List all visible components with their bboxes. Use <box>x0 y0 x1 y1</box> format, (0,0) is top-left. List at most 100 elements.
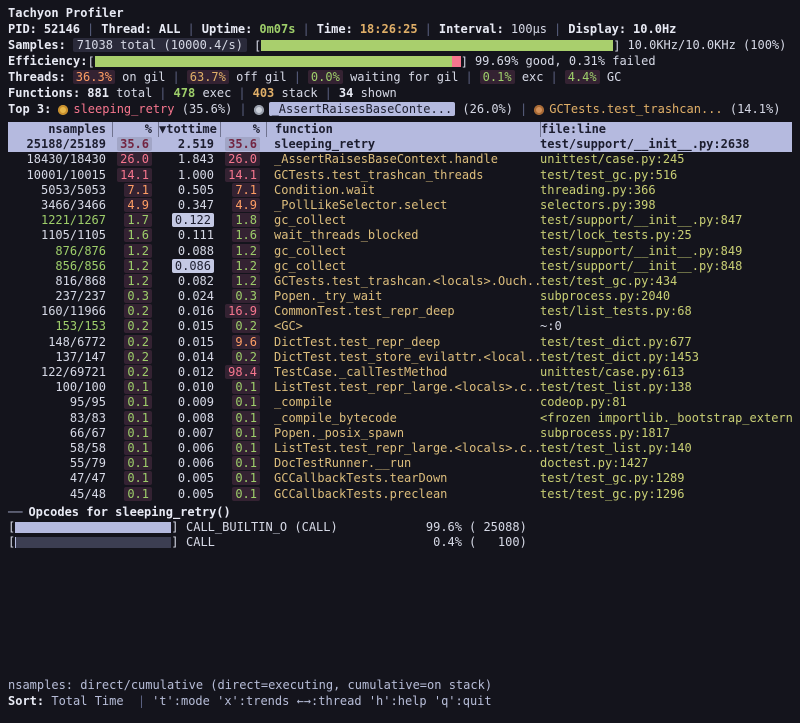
separator: | <box>425 22 432 36</box>
bar-open-bracket: [ <box>8 535 15 550</box>
cell-pct-direct: 0.1 <box>112 395 158 410</box>
table-row[interactable]: 10001/1001514.11.00014.1GCTests.test_tra… <box>8 168 792 183</box>
cell-tottime: 0.015 <box>158 335 220 350</box>
table-row[interactable]: 18430/1843026.01.84326.0_AssertRaisesBas… <box>8 152 792 167</box>
table-row[interactable]: 160/119660.20.01616.9CommonTest.test_rep… <box>8 304 792 319</box>
cell-pct-cumulative: 0.2 <box>220 319 266 334</box>
cell-nsamples: 10001/10015 <box>8 168 112 183</box>
cell-pct-direct: 0.1 <box>112 380 158 395</box>
threads-off-gil-value: 63.7% <box>187 70 229 84</box>
samples-bar-fill <box>261 40 613 51</box>
footer: nsamples: direct/cumulative (direct=exec… <box>8 677 492 709</box>
opcode-pct: 0.4% <box>414 535 462 550</box>
table-row[interactable]: 876/8761.20.0881.2gc_collecttest/support… <box>8 244 792 259</box>
cell-pct-direct: 1.2 <box>112 259 158 274</box>
table-row[interactable]: 55/790.10.0060.1DocTestRunner.__rundocte… <box>8 456 792 471</box>
sort-value[interactable]: Total Time <box>51 694 123 708</box>
table-body: 25188/2518935.62.51935.6sleeping_retryte… <box>8 137 792 502</box>
footer-keybar: Sort: Total Time |'t':mode 'x':trends ←→… <box>8 693 492 709</box>
cell-nsamples: 55/79 <box>8 456 112 471</box>
table-row[interactable]: 83/830.10.0080.1_compile_bytecode<frozen… <box>8 411 792 426</box>
cell-pct-direct: 4.9 <box>112 198 158 213</box>
cell-pct-cumulative: 9.6 <box>220 335 266 350</box>
table-row[interactable]: 47/470.10.0050.1GCCallbackTests.tearDown… <box>8 471 792 486</box>
table-row[interactable]: 100/1000.10.0100.1ListTest.test_repr_lar… <box>8 380 792 395</box>
cell-tottime: 0.122 <box>158 213 220 228</box>
cell-tottime: 0.082 <box>158 274 220 289</box>
table-row[interactable]: 153/1530.20.0150.2<GC>~:0 <box>8 319 792 334</box>
opcode-count: ( 100) <box>469 535 792 550</box>
table-header-row: nsamples % ▼tottime % function file:line <box>8 122 792 137</box>
cell-function: DocTestRunner.__run <box>266 456 540 471</box>
tachyon-profiler-terminal: { "app": { "title": "Tachyon Profiler" }… <box>0 0 800 723</box>
cell-pct-cumulative: 26.0 <box>220 152 266 167</box>
separator: | <box>173 70 180 84</box>
status-line: PID:52146|Thread:ALL|Uptime:0m07s|Time:1… <box>8 21 792 37</box>
table-row[interactable]: 1105/11051.60.1111.6wait_threads_blocked… <box>8 228 792 243</box>
header-pct-direct[interactable]: % <box>112 122 158 137</box>
interval-label: Interval: <box>439 22 504 36</box>
app-title: Tachyon Profiler <box>8 5 792 21</box>
separator: | <box>520 102 527 116</box>
cell-file-line: selectors.py:398 <box>540 198 792 213</box>
table-row[interactable]: 122/697210.20.01298.4TestCase._callTestM… <box>8 365 792 380</box>
cell-pct-direct: 1.2 <box>112 244 158 259</box>
table-row[interactable]: 5053/50537.10.5057.1Condition.waitthread… <box>8 183 792 198</box>
table-row[interactable]: 66/670.10.0070.1Popen._posix_spawnsubpro… <box>8 426 792 441</box>
top3-second-name[interactable]: _AssertRaisesBaseConte... <box>269 102 456 116</box>
table-row[interactable]: 856/8561.20.0861.2gc_collecttest/support… <box>8 259 792 274</box>
opcode-bar: [] <box>8 535 186 550</box>
table-row[interactable]: 137/1470.20.0140.2DictTest.test_store_ev… <box>8 350 792 365</box>
thread-label: Thread: <box>101 22 152 36</box>
table-row[interactable]: 95/950.10.0090.1_compilecodeop.py:81 <box>8 395 792 410</box>
cell-pct-cumulative: 0.2 <box>220 350 266 365</box>
cell-nsamples: 95/95 <box>8 395 112 410</box>
thread-value[interactable]: ALL <box>159 22 181 36</box>
cell-function: _compile <box>266 395 540 410</box>
table-row[interactable]: 45/480.10.0050.1GCCallbackTests.preclean… <box>8 487 792 502</box>
bar-close-bracket: ] <box>613 38 620 54</box>
table-row[interactable]: 25188/2518935.62.51935.6sleeping_retryte… <box>8 137 792 152</box>
cell-tottime: 2.519 <box>158 137 220 152</box>
header-pct-cumulative[interactable]: % <box>220 122 266 137</box>
cell-tottime: 0.014 <box>158 350 220 365</box>
header-nsamples[interactable]: nsamples <box>8 122 112 137</box>
opcode-name: CALL_BUILTIN_O (CALL) <box>186 520 414 535</box>
table-row[interactable]: 3466/34664.90.3474.9_PollLikeSelector.se… <box>8 198 792 213</box>
cell-pct-cumulative: 0.1 <box>220 426 266 441</box>
functions-stack-value: 403 <box>253 86 275 100</box>
cell-pct-direct: 0.2 <box>112 319 158 334</box>
cell-file-line: test/test_gc.py:1289 <box>540 471 792 486</box>
top3-second-pct: (26.0%) <box>462 102 513 116</box>
cell-pct-cumulative: 35.6 <box>220 137 266 152</box>
cell-nsamples: 160/11966 <box>8 304 112 319</box>
cell-file-line: ~:0 <box>540 319 792 334</box>
top3-first-name[interactable]: sleeping_retry <box>73 102 174 116</box>
header-tottime[interactable]: ▼tottime <box>158 122 220 137</box>
table-row[interactable]: 1221/12671.70.1221.8gc_collecttest/suppo… <box>8 213 792 228</box>
cell-function: _PollLikeSelector.select <box>266 198 540 213</box>
cell-tottime: 0.006 <box>158 441 220 456</box>
display-value: 10.0Hz <box>633 22 676 36</box>
top3-third-name[interactable]: GCTests.test_trashcan... <box>549 102 722 116</box>
header-function[interactable]: function <box>266 122 540 137</box>
functions-label: Functions: <box>8 86 80 100</box>
cell-tottime: 0.008 <box>158 411 220 426</box>
cell-nsamples: 25188/25189 <box>8 137 112 152</box>
functions-line: Functions:881 total|478 exec|403 stack|3… <box>8 85 792 101</box>
table-row[interactable]: 237/2370.30.0240.3Popen._try_waitsubproc… <box>8 289 792 304</box>
samples-line: Samples:71038 total (10000.4/s)[]10.0KHz… <box>8 37 792 53</box>
table-row[interactable]: 148/67720.20.0159.6DictTest.test_repr_de… <box>8 335 792 350</box>
opcode-row: []CALL_BUILTIN_O (CALL)99.6%( 25088) <box>8 520 792 535</box>
samples-rate: 10.0KHz/10.0KHz (100%) <box>627 38 786 52</box>
cell-pct-cumulative: 0.1 <box>220 487 266 502</box>
bar-close-bracket: ] <box>461 54 468 70</box>
cell-nsamples: 122/69721 <box>8 365 112 380</box>
cell-file-line: unittest/case.py:613 <box>540 365 792 380</box>
header-file-line[interactable]: file:line <box>540 122 792 137</box>
table-row[interactable]: 58/580.10.0060.1ListTest.test_repr_large… <box>8 441 792 456</box>
top3-third-pct: (14.1%) <box>730 102 781 116</box>
cell-pct-direct: 1.6 <box>112 228 158 243</box>
cell-function: gc_collect <box>266 244 540 259</box>
table-row[interactable]: 816/8681.20.0821.2GCTests.test_trashcan.… <box>8 274 792 289</box>
